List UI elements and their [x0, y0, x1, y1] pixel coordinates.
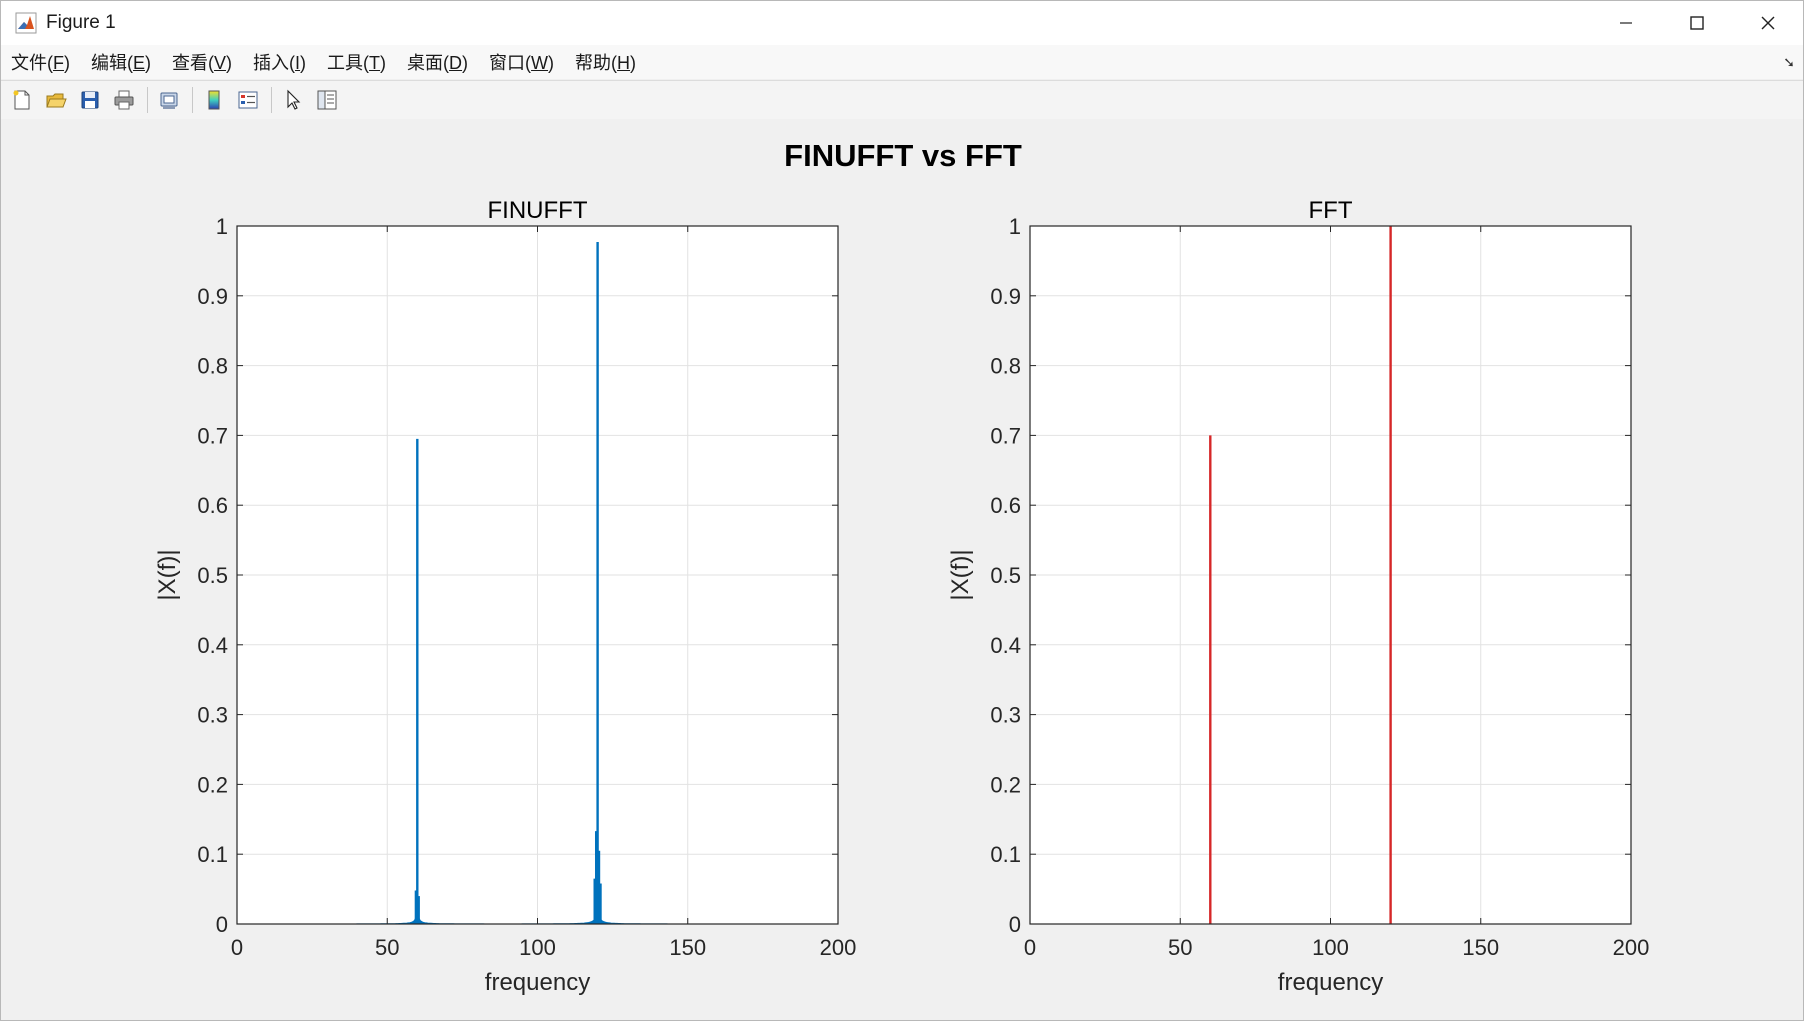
toolbar-separator	[147, 87, 148, 113]
print-preview-icon	[160, 92, 178, 109]
y-tick-label: 0.4	[990, 633, 1021, 658]
y-tick-label: 0.3	[990, 703, 1021, 728]
figure-svg: FINUFFT vs FFT 0 50 100 150 20000.10.20.30.4…	[154, 138, 1649, 996]
matlab-icon	[14, 11, 38, 35]
x-tick-label: 50	[375, 935, 399, 960]
minimize-icon	[1619, 22, 1632, 24]
figure-title: FINUFFT vs FFT	[784, 138, 1022, 173]
y-tick-label: 0.3	[197, 703, 228, 728]
open-file-icon	[46, 93, 67, 108]
y-tick-label: 0.1	[197, 842, 228, 867]
legend-icon	[238, 91, 258, 109]
colorbar-icon	[208, 90, 220, 110]
x-tick-label: 100	[519, 935, 556, 960]
property-inspector-icon	[317, 90, 337, 110]
y-tick-label: 0.4	[197, 633, 228, 658]
open-file-button[interactable]	[41, 85, 71, 115]
figure-window: Figure 1 文件(F) 编辑(E) 查看(V) 插入(I) 工具(T) 桌…	[0, 0, 1804, 1021]
pointer-icon	[287, 89, 301, 110]
x-axis-label: frequency	[485, 969, 590, 996]
y-tick-label: 0.7	[990, 423, 1021, 448]
dock-arrow-icon[interactable]: ➘	[1783, 54, 1795, 71]
window-controls	[1590, 1, 1803, 45]
x-tick-label: 150	[1462, 935, 1499, 960]
minimize-button[interactable]	[1590, 1, 1661, 45]
property-inspector-button[interactable]	[312, 85, 342, 115]
y-tick-label: 0	[1009, 912, 1021, 937]
axes-finufft[interactable]: 0 50 100 150 200 0 0.1 0.2 0.3 0.4 0.5 0.6 0.7 0.8 0.9…	[154, 197, 856, 996]
y-tick-label: 0.1	[990, 842, 1021, 867]
y-tick-label: 0.6	[197, 493, 228, 518]
close-button[interactable]	[1732, 1, 1803, 45]
window-title: Figure 1	[46, 12, 116, 33]
x-tick-label: 0	[1024, 935, 1036, 960]
menu-insert[interactable]: 插入(I)	[243, 49, 314, 75]
axes-title: FINUFFT	[488, 197, 588, 224]
y-tick-label: 0.8	[990, 354, 1021, 379]
print-button[interactable]	[109, 85, 139, 115]
y-tick-label: 0.2	[990, 772, 1021, 797]
print-icon	[114, 90, 134, 110]
title-bar[interactable]: Figure 1	[1, 1, 1803, 45]
print-preview-button[interactable]	[154, 85, 184, 115]
y-tick-label: 0.2	[197, 772, 228, 797]
y-tick-label: 1	[1009, 214, 1021, 239]
menu-file[interactable]: 文件(F)	[1, 49, 78, 75]
x-tick-label: 200	[820, 935, 857, 960]
axes-fft[interactable]: 0 50 100 150 200 0 0.1 0.2 0.3 0.4 0.5 0.6 0.7 0.8 0.9…	[947, 197, 1649, 996]
y-tick-label: 0	[216, 912, 228, 937]
menu-tools[interactable]: 工具(T)	[317, 49, 394, 75]
x-tick-label: 200	[1613, 935, 1650, 960]
pointer-button[interactable]	[278, 85, 308, 115]
axes-title: FFT	[1309, 197, 1353, 224]
colorbar-button[interactable]	[199, 85, 229, 115]
y-axis-label: |X(f)|	[154, 549, 181, 600]
y-tick-label: 0.9	[197, 284, 228, 309]
figure-canvas: FINUFFT vs FFT 0 50 100 150 200 0 0.1 0.2 0.3 0.4…	[1, 119, 1803, 1020]
x-tick-label: 150	[669, 935, 706, 960]
menu-view[interactable]: 查看(V)	[162, 49, 240, 75]
x-tick-label: 50	[1168, 935, 1192, 960]
save-icon	[81, 91, 99, 109]
menu-desktop[interactable]: 桌面(D)	[397, 49, 476, 75]
toolbar-separator	[192, 87, 193, 113]
legend-button[interactable]	[233, 85, 263, 115]
menu-window[interactable]: 窗口(W)	[479, 49, 562, 75]
figure-toolbar	[1, 80, 1803, 120]
menu-bar: 文件(F) 编辑(E) 查看(V) 插入(I) 工具(T) 桌面(D) 窗口(W…	[1, 45, 1803, 79]
menu-help[interactable]: 帮助(H)	[565, 49, 644, 75]
x-axis-label: frequency	[1278, 969, 1383, 996]
y-tick-label: 0.5	[197, 563, 228, 588]
y-tick-label: 0.6	[990, 493, 1021, 518]
new-figure-button[interactable]	[7, 85, 37, 115]
y-tick-label: 0.9	[990, 284, 1021, 309]
y-tick-label: 0.7	[197, 423, 228, 448]
y-tick-label: 1	[216, 214, 228, 239]
maximize-button[interactable]	[1661, 1, 1732, 45]
y-tick-label: 0.8	[197, 354, 228, 379]
save-button[interactable]	[75, 85, 105, 115]
close-icon	[1761, 16, 1774, 30]
x-tick-label: 100	[1312, 935, 1349, 960]
y-axis-label: |X(f)|	[947, 549, 974, 600]
toolbar-separator	[271, 87, 272, 113]
y-tick-label: 0.5	[990, 563, 1021, 588]
new-figure-icon	[13, 90, 30, 110]
maximize-icon	[1689, 16, 1704, 30]
x-tick-label: 0	[231, 935, 243, 960]
menu-edit[interactable]: 编辑(E)	[81, 49, 159, 75]
